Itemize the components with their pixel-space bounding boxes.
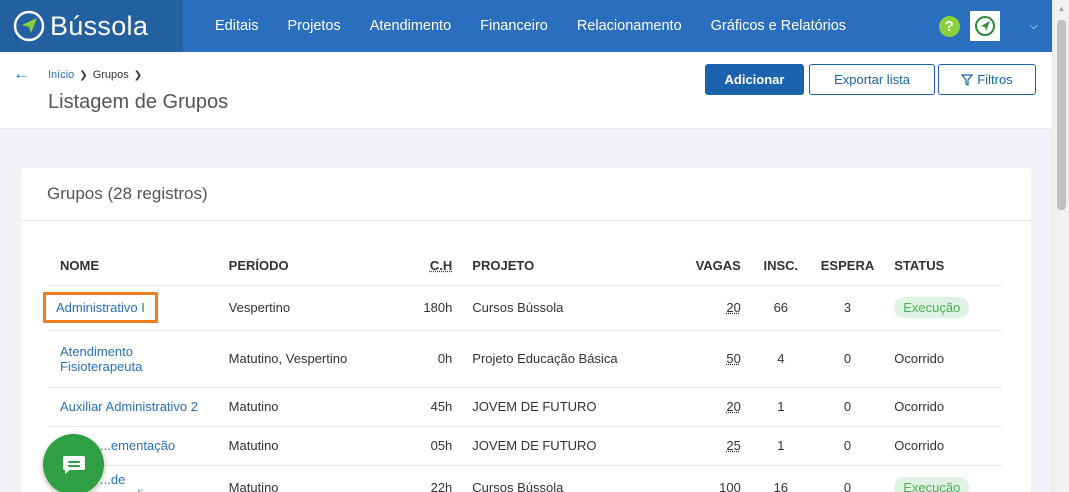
groups-card: Grupos (28 registros) NOME PERÍODO C.H P… (21, 168, 1031, 492)
group-name-link[interactable]: Atendimento Fisioterapeuta (60, 344, 142, 374)
cell-insc: 66 (750, 285, 811, 331)
cell-espera: 0 (810, 465, 885, 492)
chevron-down-icon[interactable]: ⌵ (1030, 20, 1038, 33)
breadcrumb-separator-icon: ❯ (79, 69, 88, 81)
chat-button[interactable] (43, 434, 104, 492)
brand-name: Bússola (50, 10, 149, 41)
filter-button-label: Filtros (977, 72, 1013, 87)
cell-periodo: Matutino (218, 465, 388, 492)
cell-projeto: Projeto Educação Básica (462, 330, 686, 388)
export-list-button[interactable]: Exportar lista (809, 64, 935, 95)
nav-item-atendimento[interactable]: Atendimento (370, 18, 451, 34)
breadcrumb: Início ❯ Grupos ❯ (48, 69, 147, 81)
table-header-row: NOME PERÍODO C.H PROJETO VAGAS INSC. ESP… (50, 246, 1002, 286)
vertical-scrollbar[interactable]: ▲ (1052, 0, 1069, 492)
page-header: ← Início ❯ Grupos ❯ Listagem de Grupos A… (0, 52, 1052, 129)
brand[interactable]: Bússola (0, 0, 183, 52)
status-text: Ocorrido (884, 387, 1002, 427)
cell-espera: 0 (810, 426, 885, 466)
cell-insc: 1 (750, 426, 811, 466)
col-header-ch[interactable]: C.H (387, 246, 463, 286)
cell-vagas: 20 (726, 300, 741, 315)
cell-vagas: 100 (719, 479, 741, 492)
group-name-link[interactable]: Auxiliar Administrativo 2 (60, 399, 198, 414)
cell-periodo: Matutino (218, 426, 388, 466)
cell-insc: 16 (750, 465, 811, 492)
col-header-status[interactable]: STATUS (884, 246, 1002, 286)
status-badge: Execução (894, 476, 970, 492)
cell-insc: 1 (750, 387, 811, 427)
cell-espera: 0 (810, 387, 885, 427)
nav-item-graficos[interactable]: Gráficos e Relatórios (711, 18, 846, 34)
cell-ch: 22h (387, 465, 463, 492)
col-header-insc[interactable]: INSC. (750, 246, 811, 286)
cell-projeto: Cursos Bússola (462, 285, 686, 331)
avatar[interactable] (969, 11, 1000, 41)
page-title: Listagem de Grupos (48, 91, 229, 113)
table-row: Auxiliar Administrativo 2 Matutino 45h J… (50, 387, 1002, 427)
compass-logo-icon (13, 10, 45, 42)
cell-projeto: JOVEM DE FUTURO (462, 387, 686, 427)
col-header-periodo[interactable]: PERÍODO (218, 246, 388, 286)
scroll-up-icon[interactable]: ▲ (1053, 0, 1069, 17)
cell-projeto: Cursos Bússola (462, 465, 686, 492)
add-button[interactable]: Adicionar (705, 64, 804, 95)
filter-button[interactable]: Filtros (938, 64, 1036, 95)
table-row: ...ementação Matutino 05h JOVEM DE FUTUR… (50, 426, 1002, 466)
status-text: Ocorrido (884, 426, 1002, 466)
group-name-link[interactable]: ...de aprendizagem (100, 472, 182, 492)
cell-ch: 05h (387, 426, 463, 466)
cell-periodo: Matutino, Vespertino (218, 330, 388, 388)
question-icon[interactable]: ? (938, 15, 960, 37)
breadcrumb-grupos[interactable]: Grupos (93, 69, 129, 81)
funnel-icon (961, 73, 974, 86)
cell-insc: 4 (750, 330, 811, 388)
cell-periodo: Vespertino (218, 285, 388, 331)
cell-periodo: Matutino (218, 387, 388, 427)
breadcrumb-inicio[interactable]: Início (48, 69, 74, 81)
group-name-link[interactable]: Administrativo I (43, 292, 158, 323)
main-nav: Editais Projetos Atendimento Financeiro … (215, 0, 875, 52)
col-header-nome[interactable]: NOME (50, 246, 219, 286)
card-title: Grupos (28 registros) (21, 168, 1031, 221)
cell-vagas: 25 (726, 438, 741, 453)
col-header-espera[interactable]: ESPERA (810, 246, 885, 286)
nav-item-editais[interactable]: Editais (215, 18, 259, 34)
cell-ch: 0h (387, 330, 463, 388)
status-badge: Execução (894, 297, 970, 318)
group-name-link[interactable]: ...ementação (100, 438, 175, 453)
col-header-projeto[interactable]: PROJETO (462, 246, 686, 286)
nav-item-projetos[interactable]: Projetos (288, 18, 341, 34)
scroll-thumb[interactable] (1057, 20, 1066, 210)
cell-ch: 45h (387, 387, 463, 427)
status-text: Ocorrido (884, 330, 1002, 388)
nav-right: ? ⌵ (938, 0, 1038, 52)
breadcrumb-separator-icon: ❯ (133, 69, 143, 81)
groups-table: NOME PERÍODO C.H PROJETO VAGAS INSC. ESP… (43, 246, 1002, 492)
table-row: Administrativo I Vespertino 180h Cursos … (43, 285, 1002, 331)
table-row: ...de aprendizagem Matutino 22h Cursos B… (50, 465, 1002, 492)
cell-ch: 180h (387, 285, 463, 331)
nav-item-relacionamento[interactable]: Relacionamento (577, 18, 682, 34)
cell-vagas: 50 (726, 351, 741, 366)
col-header-ch-label: C.H (429, 257, 453, 273)
cell-vagas: 20 (726, 399, 741, 414)
compass-avatar-icon (974, 16, 995, 36)
chat-icon (62, 455, 85, 474)
nav-item-financeiro[interactable]: Financeiro (480, 18, 548, 34)
top-navbar: Bússola Editais Projetos Atendimento Fin… (0, 0, 1052, 52)
cell-espera: 0 (810, 330, 885, 388)
arrow-left-icon[interactable]: ← (13, 64, 30, 84)
table-row: Atendimento Fisioterapeuta Matutino, Ves… (50, 330, 1002, 388)
cell-projeto: JOVEM DE FUTURO (462, 426, 686, 466)
col-header-vagas[interactable]: VAGAS (685, 246, 751, 286)
cell-espera: 3 (810, 285, 885, 331)
